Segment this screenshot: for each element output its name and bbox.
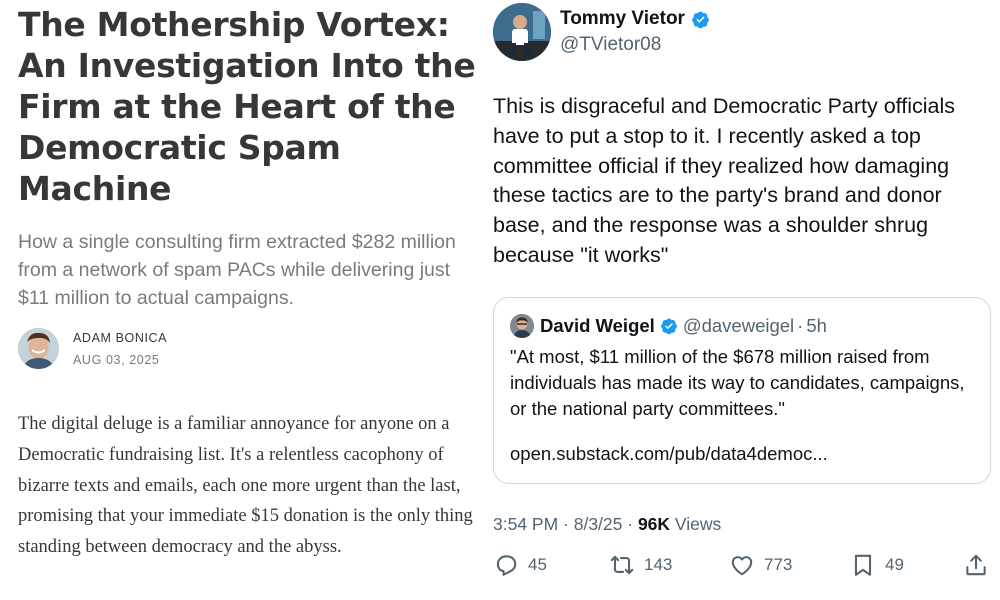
- article-subtitle: How a single consulting firm extracted $…: [18, 231, 456, 309]
- tweet-panel: Tommy Vietor @TVietor08 This is disgrace…: [482, 0, 1000, 600]
- quote-author-avatar[interactable]: [510, 314, 534, 338]
- tweet-metadata: 3:54 PM · 8/3/25 · 96K Views: [493, 514, 721, 535]
- reply-icon: [496, 555, 517, 576]
- like-button[interactable]: 773: [729, 552, 792, 578]
- share-icon: [966, 554, 986, 576]
- verified-badge-icon: [660, 318, 677, 335]
- quote-text: "At most, $11 million of the $678 millio…: [510, 346, 965, 419]
- heart-icon: [731, 556, 753, 576]
- bookmark-count: 49: [885, 555, 904, 574]
- quote-tweet-header: David Weigel @daveweigel · 5h: [510, 314, 827, 338]
- quote-link[interactable]: open.substack.com/pub/data4democ...: [510, 443, 828, 465]
- tweet-author-handle[interactable]: @TVietor08: [560, 34, 661, 56]
- quote-tweet-card[interactable]: David Weigel @daveweigel · 5h "At most, …: [493, 297, 991, 484]
- views-label: Views: [670, 514, 722, 534]
- byline: ADAM BONICA AUG 03, 2025: [18, 325, 318, 373]
- tweet-author-name[interactable]: Tommy Vietor: [560, 8, 685, 30]
- tweet-text: This is disgraceful and Democratic Party…: [493, 94, 956, 267]
- like-count: 773: [764, 555, 793, 574]
- post-date: AUG 03, 2025: [73, 353, 160, 367]
- article-body: The digital deluge is a familiar annoyan…: [18, 414, 473, 558]
- quote-author-handle[interactable]: @daveweigel: [683, 315, 794, 337]
- quote-timestamp[interactable]: 5h: [806, 315, 827, 337]
- retweet-count: 143: [644, 555, 673, 574]
- author-avatar[interactable]: [18, 328, 59, 369]
- retweet-icon: [610, 555, 634, 575]
- article-panel: The Mothership Vortex: An Investigation …: [0, 0, 482, 600]
- reply-count: 45: [528, 555, 547, 574]
- quote-separator: ·: [797, 315, 804, 336]
- tweet-author-row: Tommy Vietor: [560, 8, 710, 30]
- tweet-avatar[interactable]: [493, 3, 551, 61]
- quote-author-name[interactable]: David Weigel: [540, 315, 655, 337]
- article-title[interactable]: The Mothership Vortex: An Investigation …: [18, 4, 478, 209]
- reply-button[interactable]: 45: [493, 552, 547, 578]
- retweet-button[interactable]: 143: [609, 552, 672, 578]
- verified-badge-icon: [692, 11, 709, 28]
- views-count[interactable]: 96K: [638, 514, 670, 534]
- bookmark-icon: [854, 554, 872, 576]
- bookmark-button[interactable]: 49: [850, 552, 904, 578]
- author-name[interactable]: ADAM BONICA: [73, 331, 167, 345]
- share-button[interactable]: [963, 552, 989, 578]
- tweet-actions-bar: 45 143 773 49: [493, 552, 993, 586]
- tweet-timestamp[interactable]: 3:54 PM · 8/3/25 ·: [493, 514, 638, 534]
